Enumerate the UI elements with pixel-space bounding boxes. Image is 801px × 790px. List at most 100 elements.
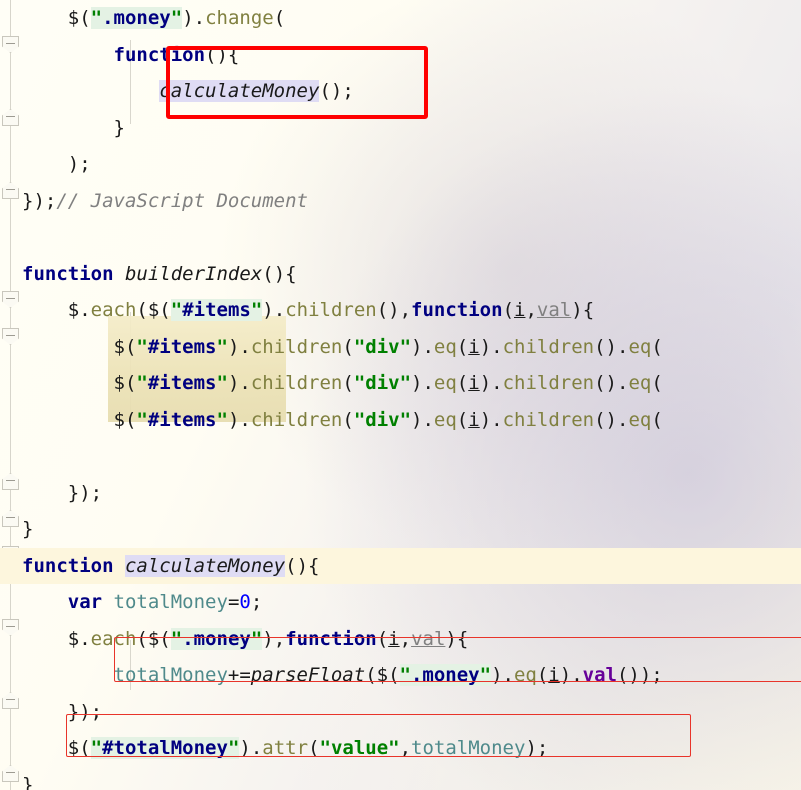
code-token: }); [22, 189, 57, 212]
code-token: ). [491, 664, 514, 686]
code-token: ). [559, 664, 583, 686]
code-token: // JavaScript Document [56, 189, 308, 212]
code-token: #items [147, 408, 217, 431]
code-token: calculateMoney [124, 554, 286, 577]
code-line-text: totalMoney+=parseFloat($(".money").eq(i)… [22, 664, 663, 686]
code-token: $( [113, 372, 137, 394]
code-line[interactable] [22, 219, 801, 256]
code-line[interactable]: calculateMoney(); [22, 73, 801, 110]
code-token: $( [113, 335, 137, 358]
code-token: i [468, 408, 480, 431]
code-line[interactable]: } [22, 511, 801, 548]
code-line-text: function builderIndex(){ [22, 263, 297, 285]
fold-up-icon[interactable] [2, 510, 19, 527]
code-token: = [227, 591, 240, 613]
code-token: ( [308, 737, 320, 759]
code-line[interactable]: $(".money").change( [22, 0, 801, 37]
code-line[interactable]: $.each($(".money"),function(i,val){ [22, 621, 801, 658]
fold-down-icon[interactable] [2, 619, 19, 636]
code-token: " [216, 408, 228, 431]
fold-up-icon[interactable] [2, 182, 19, 199]
code-folding-gutter [0, 0, 22, 790]
code-line-text: function(){ [22, 43, 240, 66]
code-line[interactable]: ); [22, 146, 801, 183]
code-token: " [399, 664, 411, 686]
code-token: children [285, 299, 377, 321]
code-token: .money [102, 7, 171, 29]
code-token: i [548, 664, 560, 686]
code-token: " [227, 737, 240, 759]
code-token: each [90, 627, 137, 650]
code-token: ). [411, 408, 434, 431]
code-token: i [468, 372, 480, 394]
code-token: ( [456, 372, 469, 394]
code-token: } [22, 773, 34, 790]
fold-down-icon[interactable] [2, 36, 19, 53]
code-line[interactable]: var totalMoney=0; [22, 584, 801, 621]
code-token: eq [513, 664, 537, 686]
code-token: " [216, 372, 228, 394]
code-token: children [502, 408, 595, 431]
code-token: ( [502, 299, 515, 321]
code-token: .money [182, 627, 251, 650]
code-token: (), [376, 299, 412, 321]
fold-up-icon[interactable] [2, 692, 19, 709]
code-line[interactable] [22, 438, 801, 475]
code-line[interactable]: } [22, 110, 801, 147]
code-line-text: $("#totalMoney").attr("value",totalMoney… [22, 737, 548, 759]
minus-icon [6, 699, 15, 700]
code-line-text: function calculateMoney(){ [22, 554, 319, 577]
code-line[interactable]: });// JavaScript Document [22, 183, 801, 220]
fold-marker-shape [2, 473, 19, 490]
code-token: (){ [262, 262, 297, 285]
code-line[interactable]: function calculateMoney(){ [0, 547, 801, 584]
code-token: function [22, 262, 114, 285]
code-token: "value" [319, 737, 400, 759]
code-line-text: }); [22, 701, 102, 723]
minus-icon [6, 772, 15, 773]
code-token: (). [594, 335, 629, 358]
code-token: function [411, 299, 503, 321]
code-token: " [136, 372, 148, 394]
code-line[interactable]: } [22, 767, 801, 790]
code-token: "div" [353, 372, 412, 394]
fold-up-icon[interactable] [2, 765, 19, 782]
code-token: } [113, 116, 125, 139]
code-token: ) [262, 299, 274, 321]
code-line[interactable]: totalMoney+=parseFloat($(".money").eq(i)… [22, 657, 801, 694]
code-token: function [113, 43, 206, 66]
fold-up-icon[interactable] [2, 473, 19, 490]
code-token: calculateMoney [159, 80, 320, 102]
code-line-text: });// JavaScript Document [22, 190, 308, 212]
code-token: " [216, 335, 228, 358]
fold-down-icon[interactable] [2, 328, 19, 345]
code-line[interactable]: function(){ [22, 37, 801, 74]
code-token: ). [227, 335, 251, 358]
minus-icon [6, 626, 15, 627]
fold-down-icon[interactable] [2, 291, 19, 308]
code-token: ) [182, 7, 194, 29]
code-token: " [479, 664, 492, 686]
code-line-text: }); [22, 482, 102, 504]
code-token: }); [22, 481, 103, 504]
fold-up-icon[interactable] [2, 109, 19, 126]
code-token: eq [628, 335, 652, 358]
code-token: ). [411, 372, 434, 394]
code-line[interactable]: $("#totalMoney").attr("value",totalMoney… [22, 730, 801, 767]
code-token: eq [628, 408, 652, 431]
code-line[interactable]: }); [22, 694, 801, 731]
code-token: ()); [616, 664, 663, 686]
code-token: builderIndex [124, 262, 263, 285]
code-line[interactable]: function builderIndex(){ [22, 256, 801, 293]
code-line[interactable]: }); [22, 475, 801, 512]
fold-marker-shape [2, 619, 19, 636]
code-token: ). [239, 737, 263, 759]
fold-marker-shape [2, 328, 19, 345]
code-token: ). [479, 372, 503, 394]
minus-icon [6, 43, 15, 44]
